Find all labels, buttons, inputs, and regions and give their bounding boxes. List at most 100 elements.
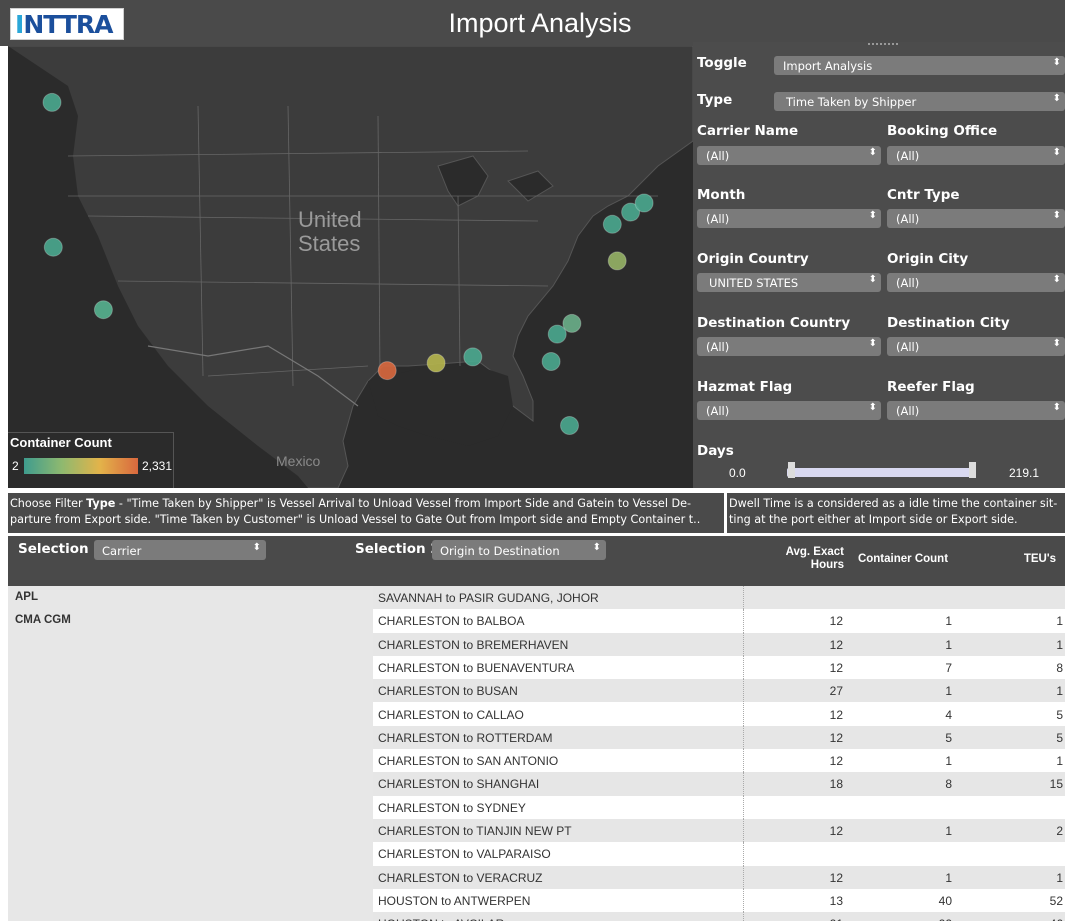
map-bubble-3[interactable] [377,361,397,381]
cell-avg-hours: 12 [829,754,843,769]
map-label-states: States [298,231,361,256]
col-avg-line1: Avg. Exact [785,546,844,558]
inttra-logo[interactable]: INTTRA [10,8,124,40]
carrier-column: APL CMA CGM [8,586,373,921]
cell-teus: 1 [1056,614,1063,629]
selection-1-label: Selection 1 [18,541,103,557]
cell-avg-hours: 27 [829,684,843,699]
carrier-name-select[interactable]: (All) ⬍ [697,146,881,165]
legend-title: Container Count [10,435,112,450]
results-table: APL CMA CGM SAVANNAH to PASIR GUDANG, JOH… [8,586,1065,921]
cell-origin-destination: CHARLESTON to SHANGHAI [378,777,540,792]
cell-container-count: 1 [945,684,952,699]
cell-avg-hours: 13 [829,893,843,908]
map-bubble-4[interactable] [426,353,446,373]
cell-container-count: 7 [945,660,952,675]
cell-container-count: 1 [945,754,952,769]
cell-container-count: 1 [945,870,952,885]
map-bubble-10[interactable] [602,214,622,234]
cell-origin-destination: CHARLESTON to BUENAVENTURA [378,660,575,675]
table-row[interactable]: CHARLESTON to BUENAVENTURA 12 7 8 [373,655,1065,680]
panel-grip-handle[interactable] [868,43,898,47]
toggle-select[interactable]: Import Analysis ⬍ [774,56,1065,75]
map-label-mexico: Mexico [276,453,321,469]
cell-container-count: 4 [945,707,952,722]
destination-city-value: (All) [896,340,920,354]
cell-container-count: 22 [939,917,952,921]
col-header-avg-hours[interactable]: Avg. Exact Hours [778,546,844,572]
selection-1-select[interactable]: Carrier ⬍ [94,540,266,560]
days-slider-min-handle[interactable] [788,462,795,478]
table-row[interactable]: CHARLESTON to BREMERHAVEN 12 1 1 [373,632,1065,656]
column-divider [743,702,744,726]
carrier-name[interactable]: APL [15,591,38,603]
destination-city-select[interactable]: (All) ⬍ [887,337,1065,356]
hazmat-flag-select[interactable]: (All) ⬍ [697,401,881,420]
table-row[interactable]: CHARLESTON to ROTTERDAM 12 5 5 [373,725,1065,750]
cell-avg-hours: 12 [829,870,843,885]
days-slider-track[interactable] [787,468,973,477]
select-arrows-icon: ⬍ [1052,338,1061,349]
destination-country-select[interactable]: (All) ⬍ [697,337,881,356]
days-label: Days [697,443,734,459]
map-bubble-2[interactable] [93,300,113,320]
origin-city-select[interactable]: (All) ⬍ [887,273,1065,292]
table-row[interactable]: CHARLESTON to SAN ANTONIO 12 1 1 [373,749,1065,773]
cell-avg-hours: 18 [829,777,843,792]
month-label: Month [697,187,746,203]
column-divider [743,725,744,750]
origin-city-label: Origin City [887,251,969,267]
selection-2-select[interactable]: Origin to Destination ⬍ [432,540,606,560]
reefer-flag-select[interactable]: (All) ⬍ [887,401,1065,420]
cell-avg-hours: 12 [829,614,843,629]
type-select[interactable]: Time Taken by Shipper ⬍ [774,92,1065,111]
cell-teus: 15 [1049,777,1063,792]
table-row[interactable]: CHARLESTON to BALBOA 12 1 1 [373,609,1065,633]
origin-country-select[interactable]: UNITED STATES ⬍ [697,273,881,292]
cntr-type-select[interactable]: (All) ⬍ [887,209,1065,228]
col-header-container-count[interactable]: Container Count [848,553,958,566]
map-bubble-5[interactable] [463,347,483,367]
select-arrows-icon: ⬍ [1052,57,1061,68]
map-bubble-8[interactable] [562,313,582,333]
table-row[interactable]: SAVANNAH to PASIR GUDANG, JOHOR [373,586,1065,610]
carrier-name[interactable]: CMA CGM [15,614,71,626]
map-bubble-9[interactable] [607,251,627,271]
page-title: Import Analysis [448,8,632,38]
cell-origin-destination: CHARLESTON to SYDNEY [378,800,526,815]
cell-avg-hours: 12 [829,707,843,722]
dwell-time-description: Dwell Time is a considered as a idle tim… [727,493,1065,533]
map-view[interactable]: United States Mexico [8,46,693,488]
table-row[interactable]: CHARLESTON to SHANGHAI 18 8 15 [373,772,1065,796]
origin-country-label: Origin Country [697,251,809,267]
table-row[interactable]: HOUSTON to ANTWERPEN 13 40 52 [373,888,1065,913]
cell-container-count: 8 [945,777,952,792]
selection-bar: Selection 1 Carrier ⬍ Selection 2 Origin… [8,536,1065,586]
map-bubble-12[interactable] [634,193,654,213]
table-row[interactable]: CHARLESTON to VALPARAISO [373,842,1065,866]
col-avg-line2: Hours [810,559,844,571]
cell-origin-destination: CHARLESTON to CALLAO [378,707,524,722]
table-row[interactable]: CHARLESTON to VERACRUZ 12 1 1 [373,865,1065,889]
map-bubble-0[interactable] [42,92,62,112]
map-bubble-6[interactable] [541,352,561,371]
days-slider-max-handle[interactable] [969,462,976,478]
cell-origin-destination: HOUSTON to ANTWERPEN [378,893,531,908]
month-select[interactable]: (All) ⬍ [697,209,881,228]
toggle-label: Toggle [697,55,747,71]
map-bubble-1[interactable] [43,237,63,257]
table-row[interactable]: CHARLESTON to TIANJIN NEW PT 12 1 2 [373,819,1065,843]
col-header-teus[interactable]: TEU's [998,553,1056,566]
cell-container-count: 1 [945,824,952,838]
map-label-united: United [298,207,362,232]
column-divider [743,865,744,889]
table-row[interactable]: HOUSTON to AVCILAR 21 22 46 [373,912,1065,921]
select-arrows-icon: ⬍ [1052,402,1061,413]
column-divider [743,795,744,819]
booking-office-select[interactable]: (All) ⬍ [887,146,1065,165]
table-row[interactable]: CHARLESTON to CALLAO 12 4 5 [373,702,1065,726]
map-bubble-13[interactable] [560,416,579,435]
table-row[interactable]: CHARLESTON to BUSAN 27 1 1 [373,679,1065,703]
table-row[interactable]: CHARLESTON to SYDNEY [373,795,1065,819]
legend-min: 2 [12,459,19,473]
